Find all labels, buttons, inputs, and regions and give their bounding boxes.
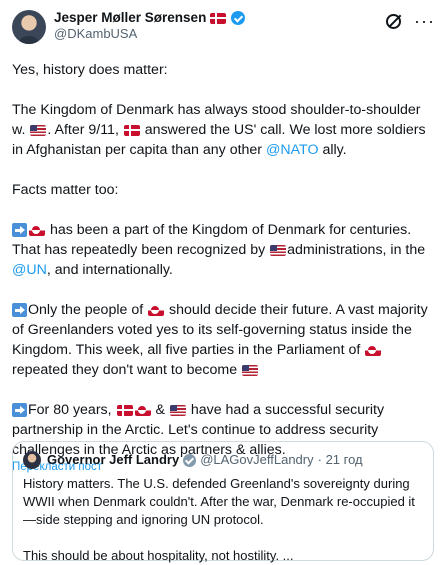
author-name-row[interactable]: Jesper Møller Sørensen: [54, 10, 384, 26]
author-block: Jesper Møller Sørensen @DKambUSA: [54, 10, 384, 42]
text: repeated they don't want to become: [12, 362, 242, 378]
denmark-flag-icon: [116, 404, 133, 416]
quoted-paragraph-1: History matters. The U.S. defended Green…: [23, 476, 415, 527]
us-flag-icon: [270, 244, 287, 256]
greenland-flag-icon: [365, 344, 382, 356]
quoted-timestamp[interactable]: · 21 год: [318, 451, 363, 469]
author-avatar[interactable]: [12, 10, 46, 44]
paragraph-1: Yes, history does matter:: [12, 60, 435, 80]
header-actions: ···: [384, 12, 435, 30]
nato-mention-link[interactable]: @NATO: [266, 142, 319, 158]
grok-icon[interactable]: [384, 12, 402, 30]
text: Yes, history does matter:: [12, 62, 168, 78]
text: &: [151, 402, 169, 418]
author-handle[interactable]: @DKambUSA: [54, 26, 384, 42]
author-name[interactable]: Jesper Møller Sørensen: [54, 10, 206, 26]
quoted-tweet-header: Governor Jeff Landry @LAGovJeffLandry · …: [23, 451, 423, 469]
text: After 9/11,: [54, 122, 123, 138]
text: For 80 years,: [28, 402, 116, 418]
greenland-flag-icon: [148, 304, 165, 316]
un-mention-link[interactable]: @UN: [12, 262, 47, 278]
us-flag-icon: [30, 124, 47, 136]
paragraph-2: The Kingdom of Denmark has always stood …: [12, 102, 426, 158]
right-arrow-icon: [12, 303, 27, 318]
tweet-header: Jesper Møller Sørensen @DKambUSA ···: [12, 10, 435, 50]
paragraph-5: Only the people of should decide their f…: [12, 300, 435, 380]
quoted-author-handle[interactable]: @LAGovJeffLandry: [200, 451, 313, 469]
greenland-flag-icon: [134, 404, 151, 416]
verified-badge-icon: [183, 453, 197, 467]
right-arrow-icon: [12, 403, 27, 418]
quoted-tweet[interactable]: Governor Jeff Landry @LAGovJeffLandry · …: [12, 441, 434, 563]
text: ally.: [318, 142, 347, 158]
us-flag-icon: [169, 404, 186, 416]
quoted-paragraph-2: This should be about hospitality, not ho…: [23, 548, 294, 563]
denmark-flag-icon: [123, 124, 140, 136]
us-flag-icon: [242, 364, 259, 376]
greenland-flag-icon: [29, 224, 45, 236]
quoted-author-avatar[interactable]: [23, 451, 41, 469]
text: , and internationally.: [46, 262, 173, 278]
tweet: Jesper Møller Sørensen @DKambUSA ··· Yes…: [0, 0, 447, 563]
quoted-tweet-text: History matters. The U.S. defended Green…: [23, 475, 423, 565]
right-arrow-icon: [12, 223, 27, 238]
text: administrations, in the: [287, 242, 426, 258]
text: Only the people of: [28, 302, 148, 318]
verified-badge-icon[interactable]: [231, 11, 246, 25]
paragraph-3: Facts matter too:: [12, 180, 435, 200]
tweet-text: Yes, history does matter: The Kingdom of…: [12, 60, 435, 460]
paragraph-4: has been a part of the Kingdom of Denmar…: [12, 220, 435, 280]
more-icon[interactable]: ···: [414, 12, 435, 30]
text: Facts matter too:: [12, 182, 119, 198]
denmark-flag-icon: [210, 12, 227, 24]
quoted-author-name[interactable]: Governor Jeff Landry: [47, 451, 179, 469]
